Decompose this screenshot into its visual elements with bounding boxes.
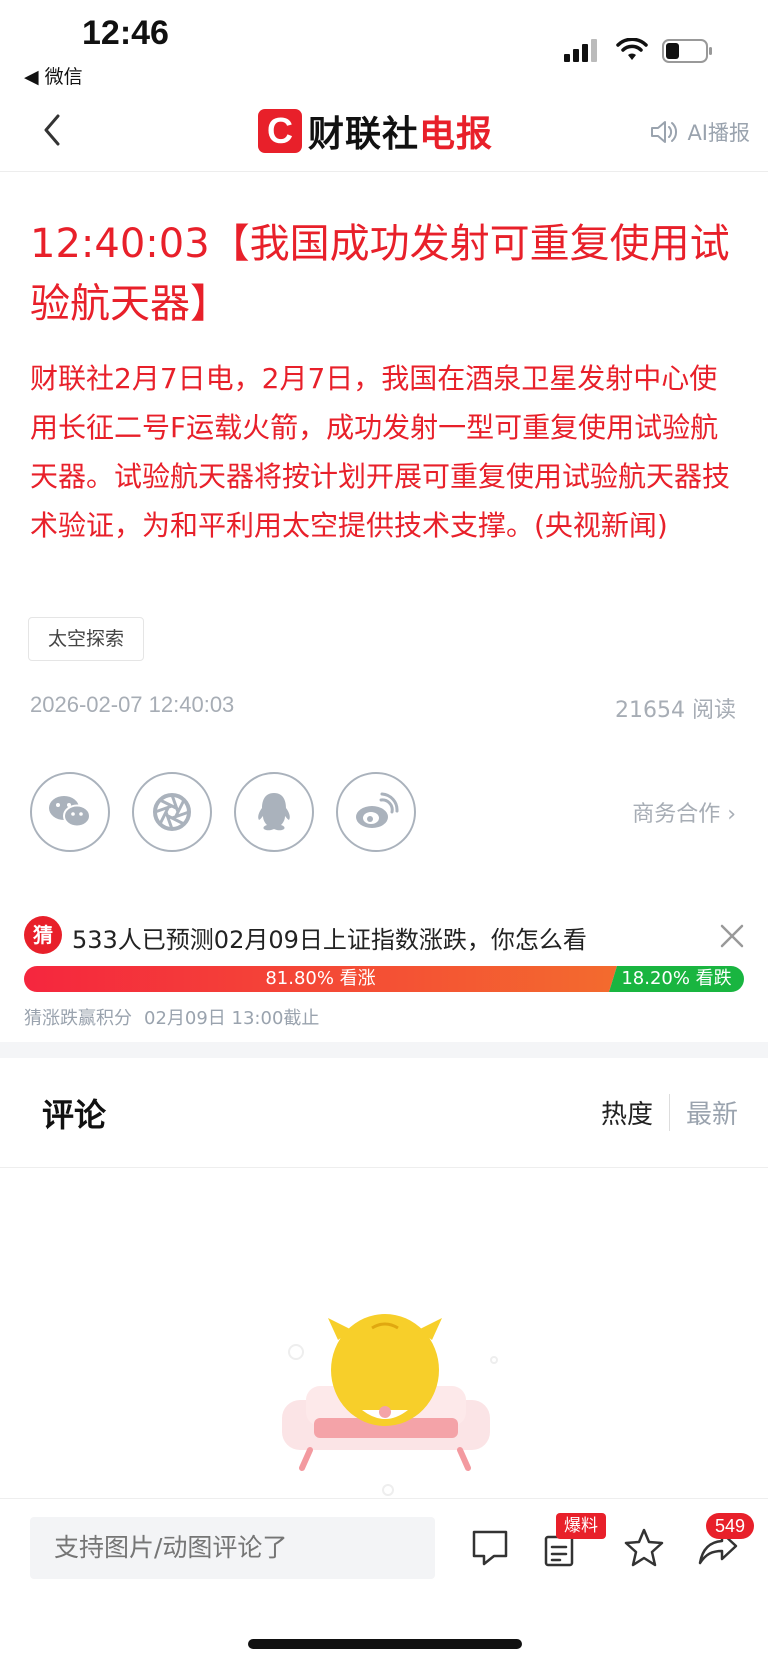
logo-brand: 财联社 xyxy=(308,114,420,155)
empty-comments-mascot-illustration xyxy=(282,1314,498,1496)
comments-title: 评论 xyxy=(42,1096,107,1134)
prediction-footer: 猜涨跌赢积分 02月09日 13:00截止 xyxy=(24,1004,319,1030)
back-to-wechat[interactable]: ◀ 微信 xyxy=(24,62,83,89)
share-qq-button[interactable] xyxy=(234,772,314,852)
home-indicator xyxy=(248,1639,522,1649)
bottom-action-bar: 爆料 549 xyxy=(0,1498,768,1663)
vote-up-button[interactable]: 81.80% 看涨 xyxy=(24,966,617,992)
wifi-icon xyxy=(616,38,648,60)
comments-header: 评论 热度 最新 xyxy=(0,1058,768,1168)
logo-accent: 电报 xyxy=(419,114,494,155)
vote-down-button[interactable]: 18.20% 看跌 xyxy=(609,966,744,992)
sort-newest-tab[interactable]: 最新 xyxy=(670,1094,738,1131)
comments-sort: 热度 最新 xyxy=(601,1094,738,1131)
share-wechat-button[interactable] xyxy=(30,772,110,852)
back-arrow-icon[interactable] xyxy=(36,110,72,150)
moments-icon xyxy=(153,793,191,831)
article-body: 财联社2月7日电，2月7日，我国在酒泉卫星发射中心使用长征二号F运载火箭，成功发… xyxy=(30,362,731,542)
prediction-reward-text: 猜涨跌赢积分 xyxy=(24,1008,132,1029)
prediction-bar: 81.80% 看涨 18.20% 看跌 xyxy=(24,966,744,992)
logo-text: 财联社电报 xyxy=(308,105,493,157)
read-count: 21654 阅读 xyxy=(615,698,736,723)
logo-mark: C xyxy=(258,109,302,153)
wechat-icon xyxy=(49,796,91,828)
sort-hot-tab[interactable]: 热度 xyxy=(601,1094,670,1131)
comment-input[interactable] xyxy=(30,1517,435,1579)
status-time: 12:46 xyxy=(82,14,169,52)
share-count-badge: 549 xyxy=(706,1513,755,1539)
battery-icon xyxy=(662,39,712,63)
ai-play-button[interactable]: AI播报 xyxy=(649,112,750,152)
cellular-signal-icon xyxy=(564,39,597,62)
speaker-icon xyxy=(651,121,678,143)
app-logo: C 财联社电报 xyxy=(258,106,493,156)
prediction-question: 533人已预测02月09日上证指数涨跌，你怎么看 xyxy=(72,926,587,954)
status-bar: 12:46 ◀ 微信 xyxy=(0,0,768,90)
close-icon[interactable] xyxy=(718,922,746,950)
article-headline: 12:40:03【我国成功发射可重复使用试验航天器】 xyxy=(30,221,730,327)
qq-icon xyxy=(258,793,290,831)
topic-tag[interactable]: 太空探索 xyxy=(28,617,145,661)
prediction-deadline: 02月09日 13:00截止 xyxy=(144,1008,320,1029)
section-divider xyxy=(0,1042,768,1058)
prediction-panel: 猜 533人已预测02月09日上证指数涨跌，你怎么看 81.80% 看涨 18.… xyxy=(0,904,768,1044)
ai-play-label: AI播报 xyxy=(687,121,750,145)
star-icon[interactable] xyxy=(622,1525,666,1569)
publish-datetime: 2026-02-07 12:40:03 xyxy=(30,692,235,717)
weibo-icon xyxy=(356,792,399,828)
business-cooperation-link[interactable]: 商务合作 › xyxy=(632,796,736,828)
comment-icon[interactable] xyxy=(468,1525,512,1569)
share-weibo-button[interactable] xyxy=(336,772,416,852)
tip-off-badge[interactable]: 爆料 xyxy=(556,1513,606,1539)
guess-badge: 猜 xyxy=(24,916,62,954)
top-nav-bar: C 财联社电报 AI播报 xyxy=(0,92,768,172)
share-moments-button[interactable] xyxy=(132,772,212,852)
